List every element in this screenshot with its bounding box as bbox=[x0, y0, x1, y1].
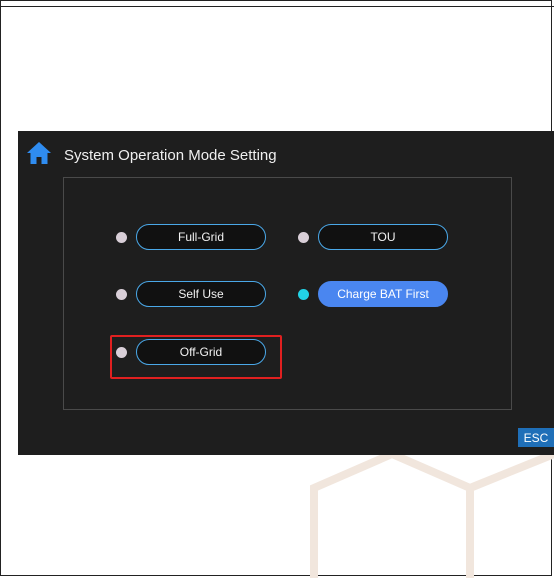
radio-dot[interactable] bbox=[116, 231, 127, 243]
top-divider bbox=[0, 6, 554, 7]
mode-pill-full-grid[interactable]: Full-Grid bbox=[136, 224, 266, 250]
mode-pill-self-use[interactable]: Self Use bbox=[136, 281, 266, 307]
radio-dot-active[interactable] bbox=[298, 288, 309, 300]
screen-title: System Operation Mode Setting bbox=[64, 147, 277, 164]
esc-button[interactable]: ESC bbox=[518, 428, 554, 447]
mode-option-self-use[interactable]: Self Use bbox=[116, 281, 266, 307]
device-screen: System Operation Mode Setting Full-Grid … bbox=[18, 131, 554, 455]
mode-pill-tou[interactable]: TOU bbox=[318, 224, 448, 250]
radio-dot[interactable] bbox=[298, 231, 309, 243]
mode-pill-charge-bat-first[interactable]: Charge BAT First bbox=[318, 281, 448, 307]
mode-option-full-grid[interactable]: Full-Grid bbox=[116, 224, 266, 250]
home-icon[interactable] bbox=[26, 141, 52, 165]
off-grid-highlight-box bbox=[110, 335, 282, 379]
radio-dot[interactable] bbox=[116, 288, 127, 300]
mode-option-tou[interactable]: TOU bbox=[298, 224, 448, 250]
mode-option-charge-bat-first[interactable]: Charge BAT First bbox=[298, 281, 448, 307]
background-hexagon-pattern bbox=[310, 449, 554, 578]
